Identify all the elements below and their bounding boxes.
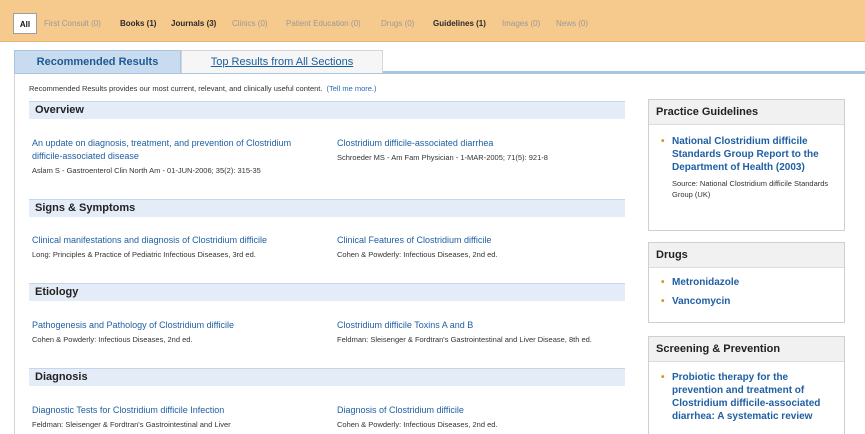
screening-prevention-heading: Screening & Prevention: [649, 337, 844, 362]
results-tab-bar: Recommended Results Top Results from All…: [14, 50, 865, 74]
result-item: Pathogenesis and Pathology of Clostridiu…: [32, 319, 304, 345]
result-title-link[interactable]: Diagnosis of Clostridium difficile: [337, 404, 609, 417]
filter-bar: All First Consult (0) Books (1) Journals…: [0, 0, 865, 42]
result-source: Feldman: Sleisenger & Fordtran's Gastroi…: [32, 420, 231, 429]
result-title-link[interactable]: An update on diagnosis, treatment, and p…: [32, 137, 304, 163]
bullet-icon: •: [661, 372, 665, 383]
result-item: Diagnosis of Clostridium difficile Cohen…: [337, 404, 609, 430]
filter-clinics[interactable]: Clinics (0): [232, 19, 268, 29]
result-source: Long: Principles & Practice of Pediatric…: [32, 250, 256, 259]
result-source: Cohen & Powderly: Infectious Diseases, 2…: [32, 335, 193, 344]
result-item: Clinical manifestations and diagnosis of…: [32, 234, 304, 260]
tell-me-more-link[interactable]: (Tell me more.): [326, 84, 376, 93]
guideline-item: • National Clostridium difficile Standar…: [649, 135, 844, 174]
tab-recommended-results[interactable]: Recommended Results: [14, 50, 181, 73]
practice-guidelines-box: Practice Guidelines • National Clostridi…: [648, 99, 845, 231]
result-item: Clostridium difficile Toxins A and B Fel…: [337, 319, 609, 345]
result-title-link[interactable]: Clinical manifestations and diagnosis of…: [32, 234, 304, 247]
result-title-link[interactable]: Pathogenesis and Pathology of Clostridiu…: [32, 319, 304, 332]
section-heading-diagnosis: Diagnosis: [29, 368, 625, 386]
guideline-source: Source: National Clostridium difficile S…: [672, 179, 829, 199]
practice-guidelines-heading: Practice Guidelines: [649, 100, 844, 125]
result-source: Aslam S - Gastroenterol Clin North Am - …: [32, 166, 261, 175]
result-item: Clostridium difficile-associated diarrhe…: [337, 137, 609, 163]
result-item: Clinical Features of Clostridium diffici…: [337, 234, 609, 260]
bullet-icon: •: [661, 136, 665, 147]
drug-link-metronidazole[interactable]: Metronidazole: [672, 277, 739, 288]
guideline-title-link[interactable]: National Clostridium difficile Standards…: [672, 136, 819, 173]
bullet-icon: •: [661, 296, 665, 307]
filter-journals[interactable]: Journals (3): [171, 19, 216, 29]
result-source: Schroeder MS - Am Fam Physician - 1-MAR-…: [337, 153, 548, 162]
intro-description: Recommended Results provides our most cu…: [29, 84, 323, 93]
drug-item: • Metronidazole: [649, 276, 844, 289]
filter-first-consult[interactable]: First Consult (0): [44, 19, 101, 29]
result-title-link[interactable]: Clinical Features of Clostridium diffici…: [337, 234, 609, 247]
result-source: Feldman: Sleisenger & Fordtran's Gastroi…: [337, 335, 592, 344]
filter-books[interactable]: Books (1): [120, 19, 156, 29]
filter-news[interactable]: News (0): [556, 19, 588, 29]
result-item: Diagnostic Tests for Clostridium diffici…: [32, 404, 304, 430]
section-heading-overview: Overview: [29, 101, 625, 119]
screening-item: • Probiotic therapy for the prevention a…: [649, 371, 844, 423]
filter-guidelines[interactable]: Guidelines (1): [433, 19, 486, 29]
section-heading-signs-symptoms: Signs & Symptoms: [29, 199, 625, 217]
drugs-heading: Drugs: [649, 243, 844, 268]
drug-link-vancomycin[interactable]: Vancomycin: [672, 296, 730, 307]
bullet-icon: •: [661, 277, 665, 288]
drugs-box: Drugs • Metronidazole • Vancomycin: [648, 242, 845, 323]
results-panel: Recommended Results provides our most cu…: [14, 74, 865, 434]
tab-top-results[interactable]: Top Results from All Sections: [181, 50, 383, 73]
drug-item: • Vancomycin: [649, 295, 844, 308]
result-title-link[interactable]: Diagnostic Tests for Clostridium diffici…: [32, 404, 304, 417]
result-title-link[interactable]: Clostridium difficile-associated diarrhe…: [337, 137, 609, 150]
result-item: An update on diagnosis, treatment, and p…: [32, 137, 304, 176]
screening-prevention-box: Screening & Prevention • Probiotic thera…: [648, 336, 845, 434]
section-heading-etiology: Etiology: [29, 283, 625, 301]
result-source: Cohen & Powderly: Infectious Diseases, 2…: [337, 250, 498, 259]
screening-title-link[interactable]: Probiotic therapy for the prevention and…: [672, 372, 820, 422]
intro-text: Recommended Results provides our most cu…: [29, 84, 377, 93]
filter-images[interactable]: Images (0): [502, 19, 540, 29]
result-title-link[interactable]: Clostridium difficile Toxins A and B: [337, 319, 609, 332]
result-source: Cohen & Powderly: Infectious Diseases, 2…: [337, 420, 498, 429]
filter-drugs[interactable]: Drugs (0): [381, 19, 414, 29]
filter-patient-education[interactable]: Patient Education (0): [286, 19, 361, 29]
filter-all[interactable]: All: [13, 13, 37, 34]
